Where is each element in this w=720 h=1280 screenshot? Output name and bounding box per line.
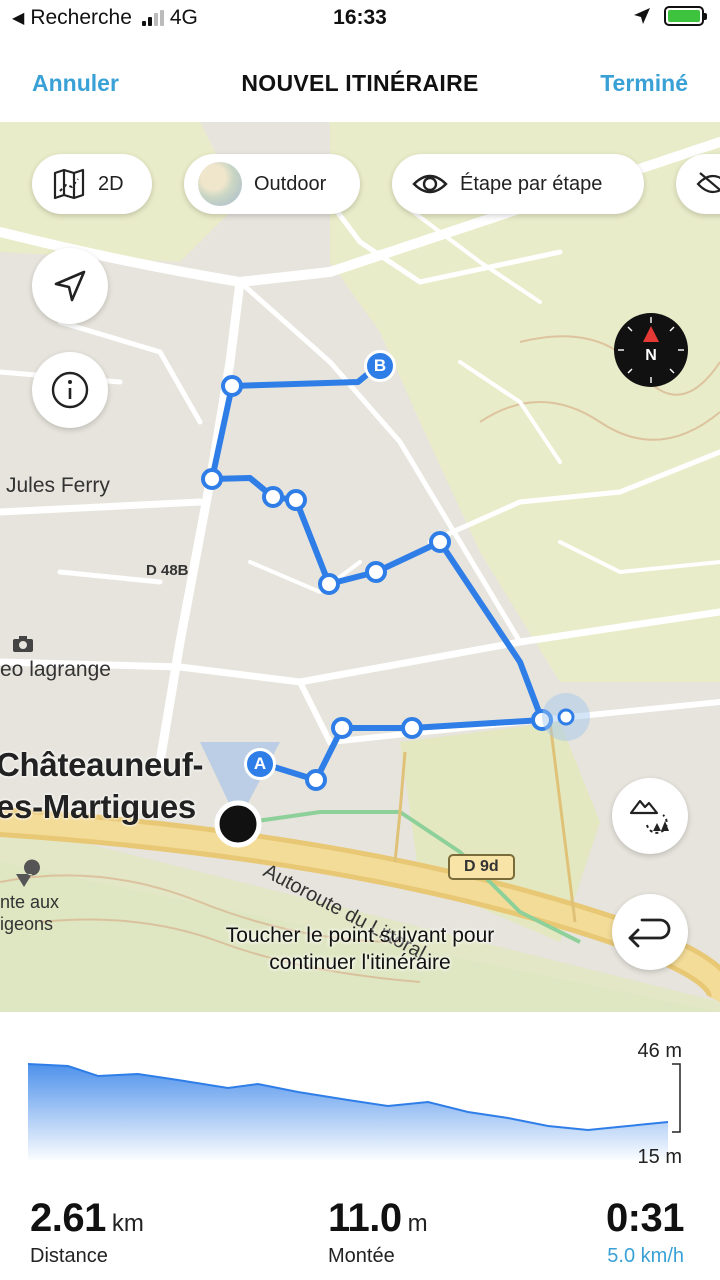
- info-button[interactable]: [32, 352, 108, 428]
- map-mode-label: 2D: [98, 172, 124, 195]
- folded-map-icon: [53, 168, 85, 200]
- end-marker-label: B: [373, 356, 387, 375]
- elevation-profile[interactable]: [28, 1060, 688, 1160]
- mountain-tree-icon: [629, 799, 669, 834]
- distance-value: 2.61: [30, 1196, 106, 1240]
- poi-label: eo lagrange: [0, 658, 111, 681]
- map-canvas[interactable]: [0, 122, 720, 1012]
- town-label-line1: Châteauneuf-: [0, 746, 204, 783]
- duration-value: 0:31: [605, 1196, 685, 1240]
- locate-me-button[interactable]: [32, 248, 108, 324]
- network-label: 4G: [169, 6, 198, 29]
- signal-icon: [141, 10, 164, 26]
- climb-stat: 11.0 m Montée: [328, 1196, 428, 1268]
- eye-icon: [412, 174, 448, 194]
- street-label: Jules Ferry: [6, 474, 110, 497]
- route-hint-line1: Toucher le point suivant pour: [225, 924, 495, 947]
- poi-label-2-line1: nte aux: [0, 892, 60, 912]
- next-point[interactable]: [557, 708, 575, 726]
- status-left[interactable]: ◀ Recherche 4G: [12, 6, 198, 30]
- compass-button[interactable]: N: [613, 312, 689, 388]
- map-mode-2d-button[interactable]: 2D: [32, 154, 152, 214]
- eye-off-icon: [696, 172, 720, 194]
- info-icon: [51, 371, 89, 409]
- duration-stat[interactable]: 0:31 5.0 km/h: [605, 1196, 685, 1268]
- route-summary-panel: 46 m 15 m 2.61 km Distance 11.0 m Montée 0…: [0, 1012, 720, 1280]
- poi-label-2-line2: igeons: [0, 914, 54, 934]
- map-style-thumbnail: [198, 162, 242, 206]
- route-end-marker[interactable]: B: [364, 350, 396, 382]
- navigation-arrow-icon: [54, 270, 86, 302]
- compass-icon: N: [614, 313, 688, 387]
- cancel-button[interactable]: Annuler: [32, 70, 119, 97]
- route-map[interactable]: A B Jules Ferry D 48B eo lagrange Châtea…: [0, 122, 720, 1012]
- map-style-button[interactable]: Outdoor: [184, 154, 360, 214]
- distance-stat: 2.61 km Distance: [30, 1196, 144, 1268]
- back-arrow-icon[interactable]: ◀: [12, 8, 24, 28]
- current-location-icon: [214, 800, 262, 848]
- status-right: [632, 6, 707, 26]
- compass-north-label: N: [645, 347, 657, 364]
- map-style-label: Outdoor: [254, 172, 327, 195]
- start-marker-label: A: [253, 754, 267, 773]
- climb-unit: m: [407, 1210, 428, 1237]
- status-bar: ◀ Recherche 4G 16:33: [0, 0, 720, 40]
- climb-value: 11.0: [328, 1196, 402, 1240]
- back-app-label[interactable]: Recherche: [30, 6, 132, 30]
- undo-button[interactable]: [612, 894, 688, 970]
- turn-by-turn-button[interactable]: Étape par étape: [392, 154, 644, 214]
- turn-by-turn-label: Étape par étape: [460, 172, 603, 195]
- nav-bar: Annuler NOUVEL ITINÉRAIRE Terminé: [0, 56, 720, 112]
- speed-value[interactable]: 5.0 km/h: [606, 1245, 684, 1268]
- road-label-d9d: D 9d: [448, 854, 515, 880]
- route-hint-line2: continuer l'itinéraire: [269, 951, 451, 974]
- route-start-marker[interactable]: A: [244, 748, 276, 780]
- elevation-max-label: 46 m: [637, 1040, 682, 1062]
- done-button[interactable]: Terminé: [600, 70, 688, 97]
- road-label-d48b: D 48B: [146, 562, 189, 579]
- distance-label: Distance: [30, 1245, 108, 1267]
- camera-icon: [13, 636, 33, 652]
- battery-icon: [664, 6, 707, 26]
- terrain-button[interactable]: [612, 778, 688, 854]
- distance-unit: km: [111, 1210, 144, 1237]
- route-hint: Toucher le point suivant pour continuer …: [150, 922, 570, 976]
- elevation-min-label: 15 m: [637, 1146, 682, 1168]
- climb-label: Montée: [328, 1245, 395, 1267]
- town-label-line2: es-Martigues: [0, 788, 196, 825]
- location-arrow-icon: [634, 8, 650, 24]
- undo-arrow-icon: [628, 918, 671, 948]
